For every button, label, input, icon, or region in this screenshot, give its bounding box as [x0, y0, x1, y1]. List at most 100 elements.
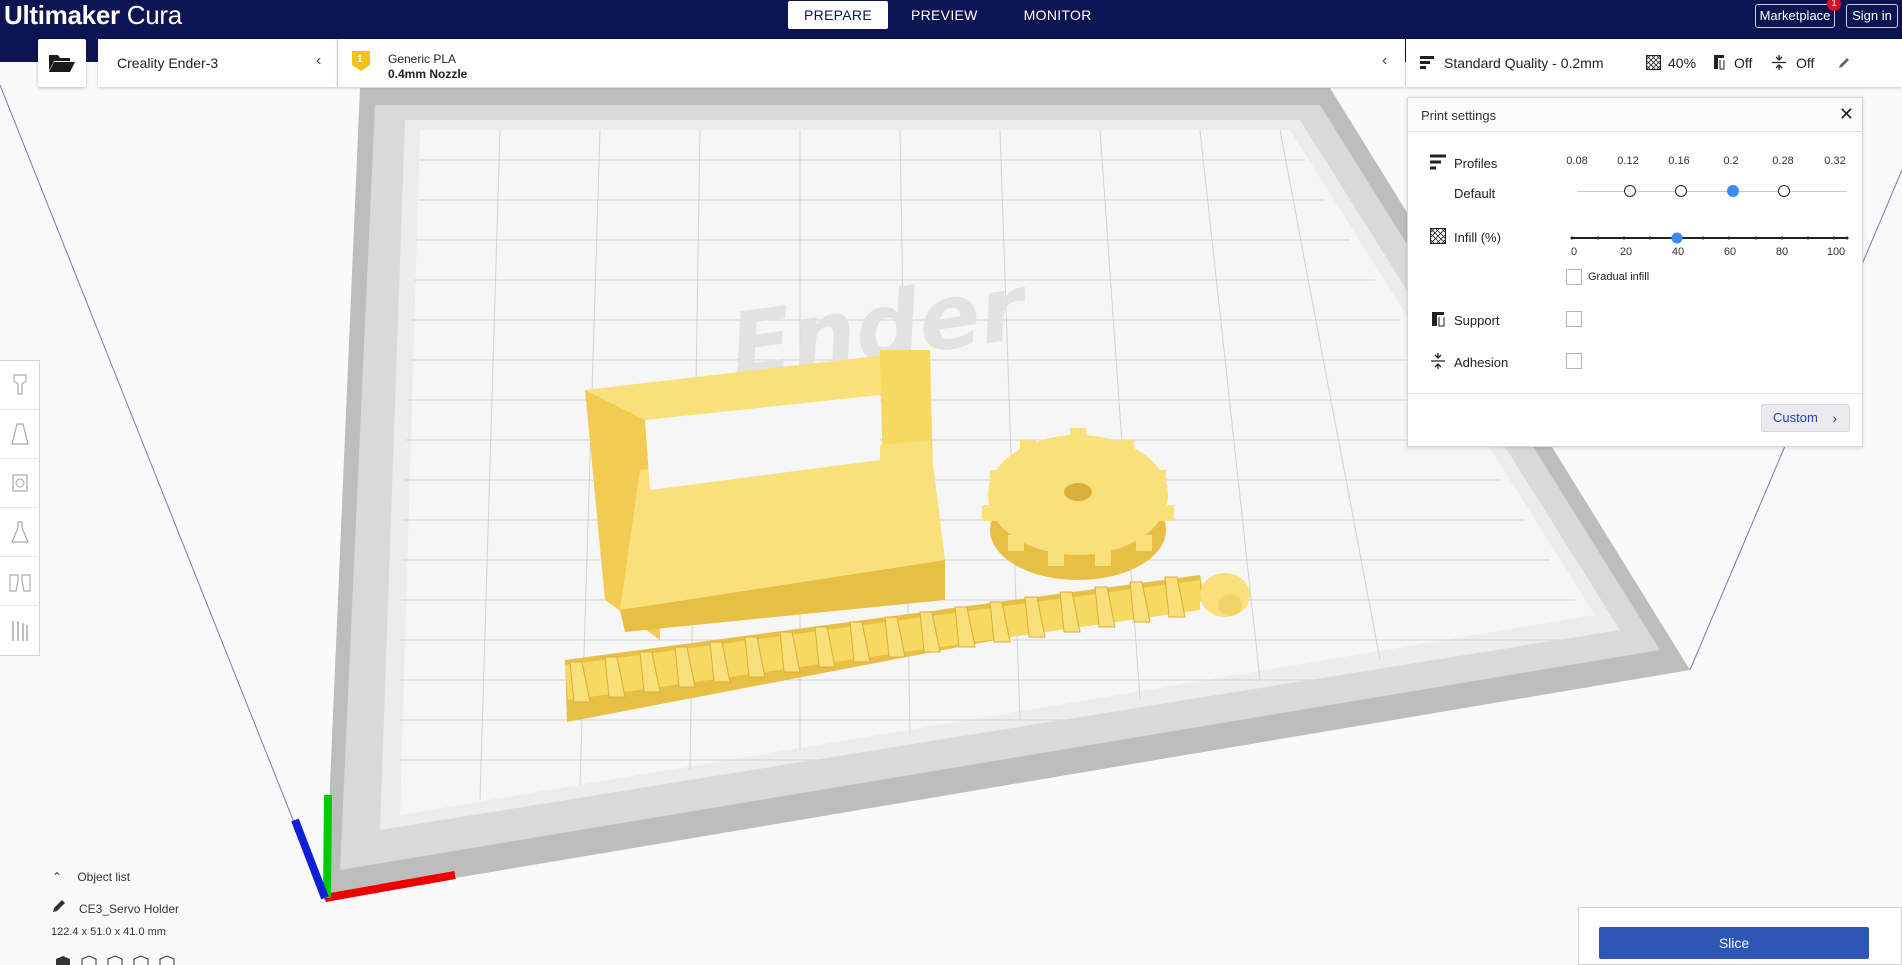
object-list-header: Object list	[77, 870, 131, 884]
profiles-label: Profiles	[1454, 156, 1498, 171]
chevron-up-icon: ⌃	[52, 870, 63, 884]
move-icon	[13, 374, 27, 395]
model-servo-holder[interactable]	[585, 350, 945, 640]
per-model-settings-button[interactable]	[0, 557, 40, 606]
layer-height-label: 0.32	[1824, 155, 1846, 167]
support-checkbox[interactable]	[1566, 311, 1582, 327]
infill-handle[interactable]	[1671, 232, 1683, 244]
infill-icon	[1430, 228, 1446, 244]
material-name: Generic PLA	[388, 52, 457, 66]
support-icon	[1714, 55, 1725, 70]
support-blocker-icon	[12, 620, 28, 641]
folder-open-icon	[49, 55, 75, 72]
support-label: Support	[1454, 313, 1500, 328]
app-logo: Ultimaker Cura	[4, 0, 182, 30]
infill-tick	[1648, 236, 1652, 240]
quality-icon	[1430, 154, 1446, 170]
profile-name: Default	[1454, 186, 1496, 201]
mirror-icon	[11, 521, 29, 543]
layer-height-label: 0.12	[1617, 155, 1639, 167]
sign-in-button[interactable]: Sign in	[1846, 4, 1898, 28]
print-setup-selector[interactable]: Standard Quality - 0.2mm 40% Off Off	[1406, 39, 1902, 87]
notification-badge: 1	[1827, 0, 1841, 11]
view-left-icon[interactable]	[132, 955, 150, 965]
adhesion-icon	[1772, 55, 1786, 70]
view-front-icon[interactable]	[80, 955, 98, 965]
open-file-button[interactable]	[38, 39, 86, 87]
infill-tick	[1727, 236, 1731, 240]
scale-tool-button[interactable]	[0, 410, 40, 459]
support-value: Off	[1734, 55, 1753, 71]
marketplace-label: Marketplace	[1759, 8, 1831, 23]
slice-button[interactable]: Slice	[1599, 927, 1869, 959]
printer-selector[interactable]: Creality Ender-3 ‹	[98, 39, 338, 87]
layer-height-option[interactable]	[1675, 185, 1687, 197]
adhesion-value: Off	[1796, 55, 1815, 71]
close-icon[interactable]: ✕	[1839, 105, 1854, 123]
object-dimensions: 122.4 x 51.0 x 41.0 mm	[51, 926, 166, 938]
infill-tick	[1701, 236, 1705, 240]
adhesion-checkbox[interactable]	[1566, 353, 1582, 369]
view-right-icon[interactable]	[158, 955, 176, 965]
infill-tick	[1570, 236, 1574, 240]
chevron-left-icon: ‹	[316, 52, 322, 69]
layer-height-label: 0.16	[1668, 155, 1690, 167]
infill-tick-label: 100	[1826, 246, 1846, 258]
gradual-infill-label: Gradual infill	[1588, 271, 1650, 283]
scale-icon	[11, 423, 29, 445]
infill-value: 40%	[1668, 55, 1697, 71]
pencil-icon	[1839, 58, 1849, 68]
layer-height-option[interactable]	[1778, 185, 1790, 197]
infill-tick	[1622, 236, 1626, 240]
material-selector[interactable]: 1 Generic PLA 0.4mm Nozzle ‹	[338, 39, 1405, 87]
infill-tick-label: 0	[1570, 246, 1578, 258]
infill-tick	[1596, 236, 1600, 240]
extruder-number: 1	[357, 54, 363, 65]
panel-title: Print settings	[1421, 108, 1497, 123]
y-axis	[323, 794, 332, 899]
support-blocker-button[interactable]	[0, 606, 40, 655]
layer-height-selected[interactable]	[1727, 185, 1739, 197]
tool-panel	[0, 360, 40, 656]
layer-height-label: 0.28	[1772, 155, 1794, 167]
move-tool-button[interactable]	[0, 361, 40, 410]
infill-tick-label: 20	[1619, 246, 1633, 258]
infill-label: Infill (%)	[1454, 230, 1501, 245]
infill-tick	[1806, 236, 1810, 240]
action-panel: Slice	[1578, 907, 1902, 965]
infill-tick	[1832, 236, 1836, 240]
stage-tabs: PREPARE PREVIEW MONITOR	[788, 0, 1115, 32]
tab-preview[interactable]: PREVIEW	[888, 1, 1001, 29]
layer-height-option[interactable]	[1624, 185, 1636, 197]
top-bar: Ultimaker Cura PREPARE PREVIEW MONITOR M…	[0, 0, 1902, 32]
view-3d-icon[interactable]	[54, 955, 72, 965]
object-list-toggle[interactable]: ⌃ Object list	[52, 870, 130, 884]
rotate-icon	[12, 474, 28, 492]
infill-tick-label: 40	[1671, 246, 1685, 258]
gradual-infill-checkbox[interactable]	[1566, 269, 1582, 285]
custom-button[interactable]: Custom ›	[1761, 404, 1850, 432]
layer-height-label: 0.08	[1566, 155, 1588, 167]
support-icon	[1432, 312, 1445, 327]
nozzle-size: 0.4mm Nozzle	[388, 67, 468, 81]
infill-icon	[1646, 55, 1661, 70]
object-name: CE3_Servo Holder	[79, 902, 180, 916]
per-model-settings-icon	[9, 574, 31, 592]
tab-prepare[interactable]: PREPARE	[788, 1, 888, 29]
infill-tick-label: 60	[1723, 246, 1737, 258]
tab-monitor[interactable]: MONITOR	[1001, 1, 1115, 29]
quality-icon	[1420, 56, 1434, 69]
marketplace-button[interactable]: Marketplace 1	[1755, 0, 1841, 28]
layer-height-label: 0.2	[1723, 155, 1739, 167]
view-orientation-buttons	[54, 955, 176, 965]
rotate-tool-button[interactable]	[0, 459, 40, 508]
mirror-tool-button[interactable]	[0, 508, 40, 557]
chevron-right-icon: ›	[1832, 410, 1837, 426]
view-top-icon[interactable]	[106, 955, 124, 965]
panel-header: Print settings ✕	[1408, 98, 1862, 132]
custom-label: Custom	[1773, 410, 1818, 425]
divider	[1408, 393, 1862, 394]
edit-icon[interactable]	[52, 899, 66, 913]
infill-tick	[1780, 236, 1784, 240]
layer-height-slider[interactable]	[1577, 191, 1847, 192]
